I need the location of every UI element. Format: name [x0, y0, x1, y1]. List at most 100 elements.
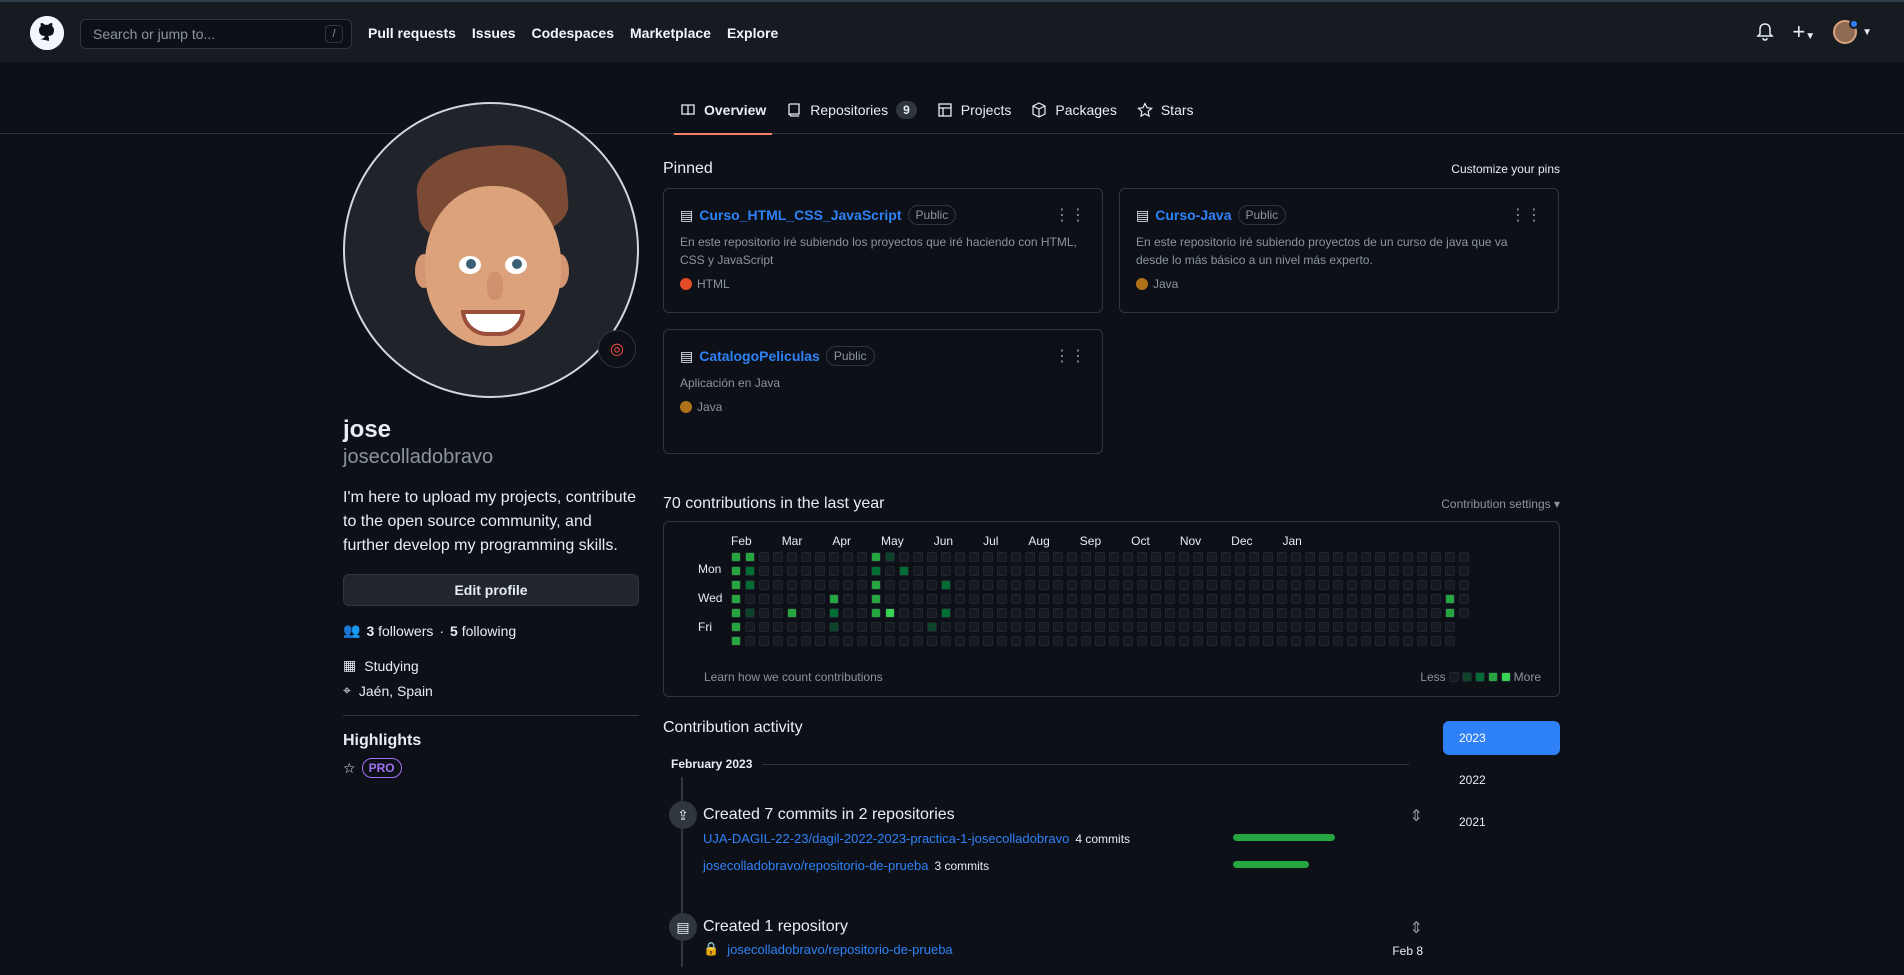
contribution-day-cell[interactable]: [1095, 608, 1105, 618]
contribution-day-cell[interactable]: [759, 636, 769, 646]
contribution-day-cell[interactable]: [843, 566, 853, 576]
contribution-day-cell[interactable]: [1095, 552, 1105, 562]
commit-repo-link[interactable]: josecolladobravo/repositorio-de-prueba: [703, 858, 928, 873]
contribution-day-cell[interactable]: [731, 552, 741, 562]
contribution-day-cell[interactable]: [983, 636, 993, 646]
contribution-day-cell[interactable]: [1025, 608, 1035, 618]
contribution-day-cell[interactable]: [913, 608, 923, 618]
contribution-day-cell[interactable]: [1067, 594, 1077, 604]
contribution-day-cell[interactable]: [941, 580, 951, 590]
contribution-day-cell[interactable]: [759, 608, 769, 618]
contribution-day-cell[interactable]: [1011, 608, 1021, 618]
contribution-day-cell[interactable]: [1277, 566, 1287, 576]
contribution-day-cell[interactable]: [787, 622, 797, 632]
contribution-day-cell[interactable]: [927, 636, 937, 646]
contribution-day-cell[interactable]: [1193, 566, 1203, 576]
contribution-day-cell[interactable]: [801, 552, 811, 562]
contribution-day-cell[interactable]: [1151, 608, 1161, 618]
contribution-day-cell[interactable]: [843, 636, 853, 646]
drag-handle-icon[interactable]: ⋮⋮: [1510, 205, 1542, 225]
contribution-day-cell[interactable]: [1347, 622, 1357, 632]
contribution-day-cell[interactable]: [1025, 636, 1035, 646]
contribution-day-cell[interactable]: [1459, 566, 1469, 576]
contribution-day-cell[interactable]: [829, 636, 839, 646]
contribution-day-cell[interactable]: [1333, 608, 1343, 618]
drag-handle-icon[interactable]: ⋮⋮: [1054, 346, 1086, 366]
contribution-day-cell[interactable]: [885, 580, 895, 590]
contribution-day-cell[interactable]: [857, 566, 867, 576]
contribution-day-cell[interactable]: [1123, 622, 1133, 632]
contribution-day-cell[interactable]: [829, 552, 839, 562]
contribution-day-cell[interactable]: [773, 594, 783, 604]
contribution-day-cell[interactable]: [1081, 580, 1091, 590]
contribution-day-cell[interactable]: [787, 636, 797, 646]
contribution-day-cell[interactable]: [1249, 622, 1259, 632]
contribution-day-cell[interactable]: [1221, 552, 1231, 562]
contribution-day-cell[interactable]: [1137, 566, 1147, 576]
contribution-day-cell[interactable]: [1011, 636, 1021, 646]
contribution-day-cell[interactable]: [1431, 566, 1441, 576]
contribution-day-cell[interactable]: [1319, 608, 1329, 618]
contribution-day-cell[interactable]: [1291, 608, 1301, 618]
contribution-day-cell[interactable]: [1067, 622, 1077, 632]
tab-packages[interactable]: Packages: [1031, 86, 1117, 134]
contribution-day-cell[interactable]: [927, 566, 937, 576]
contribution-day-cell[interactable]: [1333, 636, 1343, 646]
contribution-day-cell[interactable]: [745, 622, 755, 632]
contribution-settings-dropdown[interactable]: Contribution settings ▾: [1441, 497, 1560, 511]
contribution-day-cell[interactable]: [1011, 566, 1021, 576]
contribution-day-cell[interactable]: [829, 566, 839, 576]
contribution-day-cell[interactable]: [983, 608, 993, 618]
contribution-day-cell[interactable]: [1431, 636, 1441, 646]
contribution-day-cell[interactable]: [1165, 636, 1175, 646]
contribution-day-cell[interactable]: [1375, 580, 1385, 590]
contribution-day-cell[interactable]: [997, 608, 1007, 618]
contribution-day-cell[interactable]: [1459, 594, 1469, 604]
contribution-day-cell[interactable]: [1137, 622, 1147, 632]
contribution-day-cell[interactable]: [857, 580, 867, 590]
contribution-day-cell[interactable]: [885, 566, 895, 576]
contribution-day-cell[interactable]: [871, 552, 881, 562]
contribution-day-cell[interactable]: [745, 580, 755, 590]
customize-pins-link[interactable]: Customize your pins: [1451, 162, 1560, 176]
contribution-day-cell[interactable]: [801, 608, 811, 618]
contribution-day-cell[interactable]: [941, 552, 951, 562]
contribution-day-cell[interactable]: [1333, 580, 1343, 590]
contribution-day-cell[interactable]: [1361, 608, 1371, 618]
contribution-day-cell[interactable]: [1123, 566, 1133, 576]
contribution-day-cell[interactable]: [913, 636, 923, 646]
collapse-icon[interactable]: ⇕: [1410, 918, 1423, 938]
contribution-day-cell[interactable]: [1305, 636, 1315, 646]
contribution-day-cell[interactable]: [843, 608, 853, 618]
contribution-day-cell[interactable]: [1417, 594, 1427, 604]
contribution-day-cell[interactable]: [815, 622, 825, 632]
contribution-day-cell[interactable]: [941, 594, 951, 604]
pull-requests-link[interactable]: Pull requests: [368, 25, 456, 41]
contribution-day-cell[interactable]: [1389, 608, 1399, 618]
following-link[interactable]: 5 following: [450, 623, 516, 639]
contribution-day-cell[interactable]: [1403, 580, 1413, 590]
contribution-day-cell[interactable]: [1207, 594, 1217, 604]
contribution-day-cell[interactable]: [1053, 552, 1063, 562]
contribution-day-cell[interactable]: [1389, 566, 1399, 576]
contribution-day-cell[interactable]: [773, 622, 783, 632]
contribution-day-cell[interactable]: [997, 580, 1007, 590]
contribution-day-cell[interactable]: [955, 552, 965, 562]
contribution-day-cell[interactable]: [899, 566, 909, 576]
contribution-day-cell[interactable]: [969, 636, 979, 646]
contribution-day-cell[interactable]: [1151, 636, 1161, 646]
contribution-day-cell[interactable]: [1067, 552, 1077, 562]
contribution-day-cell[interactable]: [1207, 566, 1217, 576]
contribution-day-cell[interactable]: [885, 622, 895, 632]
contribution-day-cell[interactable]: [1389, 580, 1399, 590]
contribution-day-cell[interactable]: [969, 552, 979, 562]
contribution-day-cell[interactable]: [773, 636, 783, 646]
contribution-day-cell[interactable]: [815, 580, 825, 590]
contribution-day-cell[interactable]: [1291, 636, 1301, 646]
contribution-day-cell[interactable]: [801, 594, 811, 604]
contribution-day-cell[interactable]: [1221, 566, 1231, 576]
contribution-day-cell[interactable]: [1067, 566, 1077, 576]
contribution-day-cell[interactable]: [1165, 594, 1175, 604]
commit-count-link[interactable]: 3 commits: [934, 859, 989, 873]
contribution-day-cell[interactable]: [1417, 566, 1427, 576]
